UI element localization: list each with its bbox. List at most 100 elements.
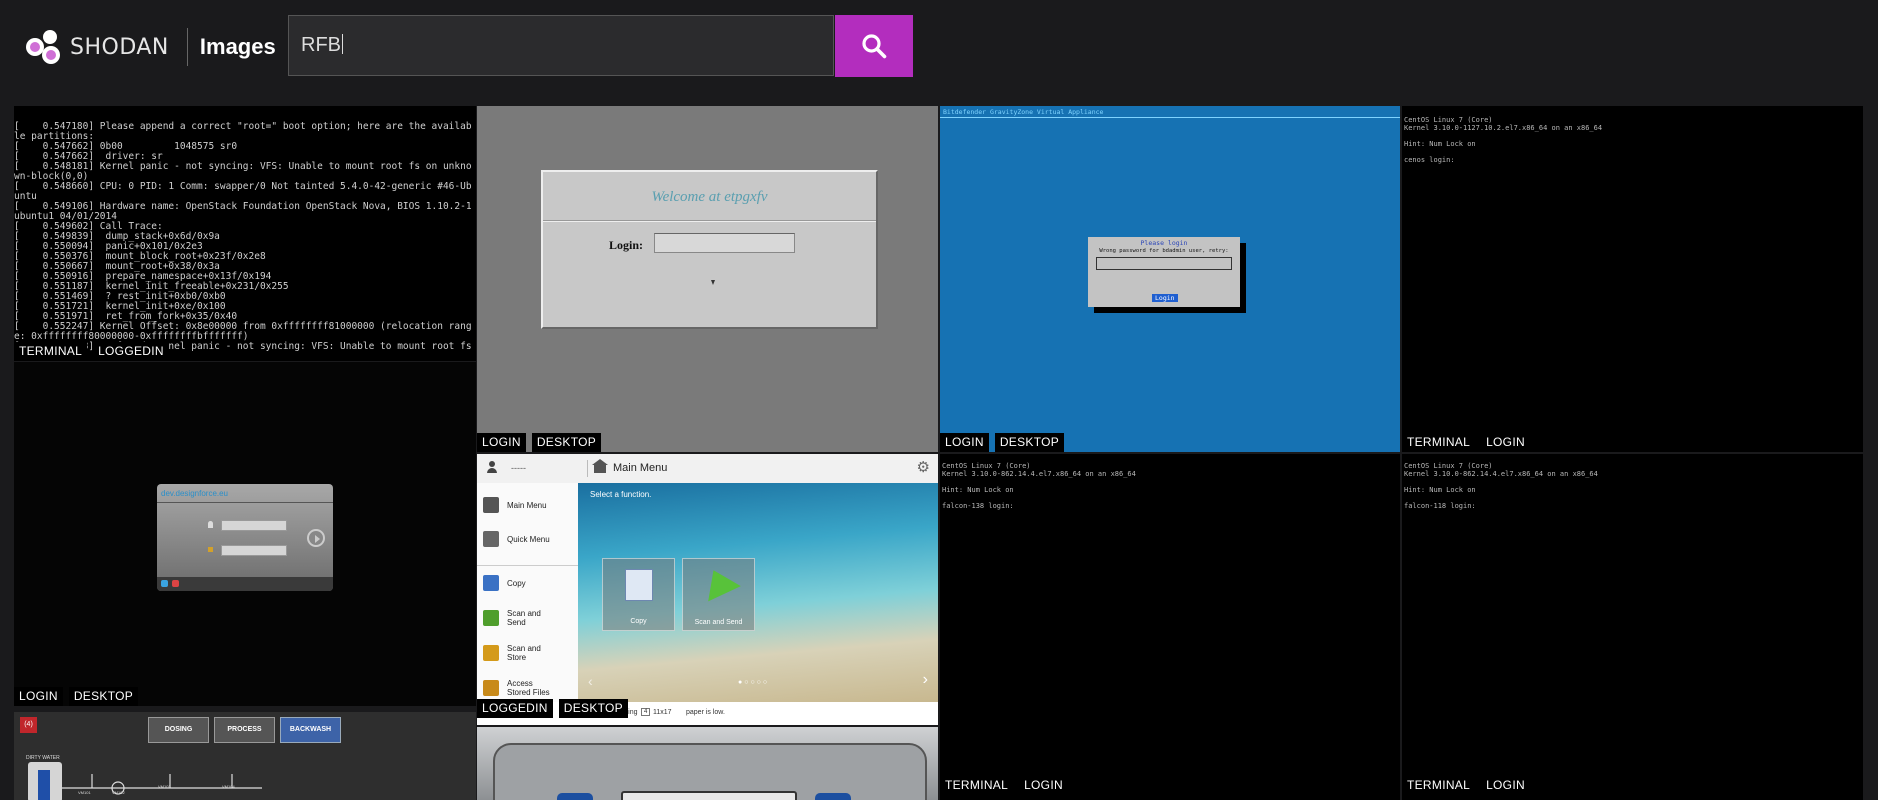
result-tile-centos-falcon-138[interactable]: CentOS Linux 7 (Core) Kernel 3.10.0-862.1… <box>940 454 1400 800</box>
tile-tags: TERMINAL LOGIN <box>1402 776 1530 795</box>
terminal-line: Kernel 3.10.0-862.14.4.el7.x86_64 on an … <box>942 470 1136 478</box>
menu-item-main-menu[interactable]: Main Menu <box>483 497 547 513</box>
tag-desktop[interactable]: DESKTOP <box>994 433 1065 452</box>
home-icon[interactable] <box>592 459 609 476</box>
scan-send-tile-label: Scan and Send <box>694 619 743 626</box>
menu-item-label: Copy <box>507 578 526 588</box>
tag-terminal[interactable]: TERMINAL <box>940 776 1014 795</box>
menu-item-label: Scan and Send <box>507 609 541 627</box>
terminal-line: Hint: Num Lock on <box>942 486 1014 494</box>
result-tile-centos-cenos[interactable]: CentOS Linux 7 (Core) Kernel 3.10.0-1127.… <box>1402 106 1863 452</box>
copy-icon <box>483 575 499 591</box>
section-title: Images <box>199 34 276 59</box>
tag-login[interactable]: LOGIN <box>14 687 63 706</box>
status-size: 11x17 <box>653 709 672 716</box>
process-button[interactable]: PROCESS <box>214 717 275 743</box>
tag-loggedin[interactable]: LOGGEDIN <box>477 699 553 718</box>
menu-item-label: Scan and Store <box>507 644 541 662</box>
password-field[interactable] <box>221 545 287 556</box>
result-tile-designforce[interactable]: dev.designforce.eu LOGIN DESKTOP <box>14 362 476 706</box>
terminal-line: Kernel 3.10.0-1127.10.2.el7.x86_64 on an… <box>1404 124 1603 132</box>
valve-label: VM104 <box>222 784 235 789</box>
device-screen <box>621 791 797 800</box>
tag-loggedin[interactable]: LOGGEDIN <box>93 342 169 361</box>
tag-login[interactable]: LOGIN <box>940 433 989 452</box>
menu-item-quick-menu[interactable]: Quick Menu <box>483 531 550 547</box>
copy-icon <box>625 569 653 601</box>
menu-item-stored-files[interactable]: Access Stored Files <box>483 679 573 697</box>
menu-item-copy[interactable]: Copy <box>483 575 526 591</box>
menu-item-label: Quick Menu <box>507 534 550 544</box>
result-tile-kernel-panic[interactable]: [ 0.547180] Please append a correct "roo… <box>14 106 476 361</box>
terminal-line: falcon-118 login: <box>1404 502 1476 510</box>
device-right-button[interactable] <box>815 793 851 800</box>
appliance-title: Bitdefender GravityZone Virtual Applianc… <box>943 108 1104 116</box>
search-button[interactable] <box>835 15 913 77</box>
user-name: ----- <box>511 463 526 473</box>
backwash-button[interactable]: BACKWASH <box>280 717 341 743</box>
valve-label: VM101 <box>78 790 91 795</box>
tag-terminal[interactable]: TERMINAL <box>1402 433 1476 452</box>
key-icon <box>208 547 213 552</box>
tile-tags: TERMINAL LOGIN <box>1402 433 1530 452</box>
tag-desktop[interactable]: DESKTOP <box>531 433 602 452</box>
shodan-logo-icon <box>26 30 60 64</box>
device-left-button[interactable] <box>557 793 593 800</box>
stored-files-icon <box>483 680 499 696</box>
menu-item-scan-send[interactable]: Scan and Send <box>483 609 573 627</box>
tile-tags: LOGIN DESKTOP <box>477 433 602 452</box>
next-arrow-icon[interactable]: › <box>923 671 928 689</box>
site-url: dev.designforce.eu <box>161 489 229 498</box>
password-field[interactable] <box>1096 257 1232 270</box>
alarm-badge[interactable]: (4) <box>20 717 37 733</box>
brand-name: SHODAN <box>70 34 169 60</box>
login-dialog: Welcome at etpgxfv Login: <box>541 170 878 329</box>
login-panel: dev.designforce.eu <box>157 484 333 591</box>
result-tile-scada[interactable]: (4) DOSING PROCESS BACKWASH DIRTY WATER … <box>14 712 476 800</box>
login-button[interactable]: Login <box>1152 294 1178 302</box>
result-tile-centos-falcon-118[interactable]: CentOS Linux 7 (Core) Kernel 3.10.0-862.1… <box>1402 454 1863 800</box>
tag-terminal[interactable]: TERMINAL <box>14 342 88 361</box>
quick-menu-icon <box>483 531 499 547</box>
tag-desktop[interactable]: DESKTOP <box>68 687 139 706</box>
brand-divider <box>186 28 188 66</box>
tag-login[interactable]: LOGIN <box>1019 776 1068 795</box>
dosing-button[interactable]: DOSING <box>148 717 209 743</box>
prev-arrow-icon[interactable]: ‹ <box>588 673 593 689</box>
menu-item-scan-store[interactable]: Scan and Store <box>483 644 573 662</box>
scan-send-tile-button[interactable]: Scan and Send <box>682 558 755 631</box>
tag-login[interactable]: LOGIN <box>1481 776 1530 795</box>
tag-login[interactable]: LOGIN <box>477 433 526 452</box>
copy-tile-button[interactable]: Copy <box>602 558 675 631</box>
login-field[interactable] <box>654 233 795 253</box>
page-dots[interactable]: ●○○○○ <box>738 679 769 686</box>
function-prompt: Select a function. <box>590 490 652 499</box>
welcome-heading: Welcome at etpgxfv <box>651 189 768 205</box>
user-icon <box>208 521 213 528</box>
tile-tags: LOGIN DESKTOP <box>940 433 1065 452</box>
tag-login[interactable]: LOGIN <box>1481 433 1530 452</box>
tag-desktop[interactable]: DESKTOP <box>558 699 628 718</box>
tile-tags: LOGGEDIN DESKTOP <box>477 699 628 718</box>
tag-terminal[interactable]: TERMINAL <box>1402 776 1476 795</box>
search-input-value[interactable]: RFB <box>301 34 343 57</box>
result-tile-printer-menu[interactable]: ----- Main Menu ⚙ Main Menu Quick Menu C… <box>477 454 938 725</box>
scan-send-icon <box>483 610 499 626</box>
terminal-line: Hint: Num Lock on <box>1404 486 1476 494</box>
shodan-logo[interactable]: SHODAN Images <box>24 26 276 68</box>
terminal-line: falcon-138 login: <box>942 502 1014 510</box>
result-tile-bitdefender[interactable]: Bitdefender GravityZone Virtual Applianc… <box>940 106 1400 452</box>
panel-header: ----- Main Menu ⚙ <box>477 454 938 484</box>
result-tile-device-panel[interactable] <box>477 727 938 800</box>
submit-arrow-button[interactable] <box>307 529 325 547</box>
search-input[interactable] <box>288 15 834 76</box>
function-area: Select a function. Copy Scan and Send ●○… <box>578 483 938 702</box>
header-title: Main Menu <box>613 462 668 474</box>
gear-icon[interactable]: ⚙ <box>917 460 930 475</box>
side-menu: Main Menu Quick Menu Copy Scan and Send … <box>477 483 579 702</box>
dirty-water-tank <box>28 762 62 800</box>
username-field[interactable] <box>221 520 287 531</box>
result-tile-welcome-login[interactable]: Welcome at etpgxfv Login: LOGIN DESKTOP <box>477 106 938 452</box>
tile-tags: TERMINAL LOGIN <box>940 776 1068 795</box>
